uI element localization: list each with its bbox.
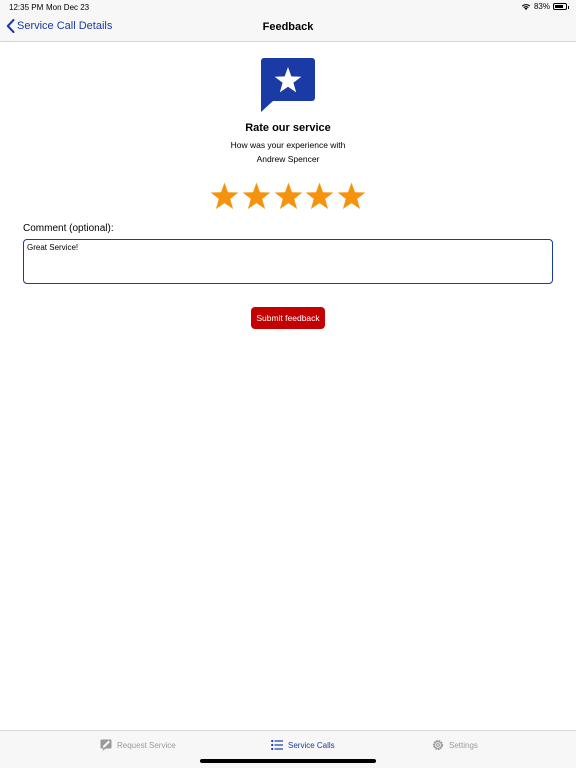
list-icon bbox=[271, 739, 283, 751]
tab-service-calls[interactable]: Service Calls bbox=[271, 739, 335, 751]
navigation-bar: Service Call Details Feedback bbox=[0, 14, 576, 42]
star-icon[interactable] bbox=[210, 182, 239, 210]
star-icon[interactable] bbox=[305, 182, 334, 210]
feedback-star-bubble-icon bbox=[261, 58, 315, 112]
page-title: Feedback bbox=[262, 21, 314, 33]
star-icon[interactable] bbox=[242, 182, 271, 210]
comment-label: Comment (optional): bbox=[23, 223, 114, 234]
battery-icon bbox=[553, 3, 569, 10]
home-indicator bbox=[200, 759, 376, 763]
status-time: 12:35 PM bbox=[9, 3, 44, 12]
battery-fill bbox=[555, 5, 564, 8]
feedback-screen: 12:35 PM Mon Dec 23 83% Service Call Det… bbox=[0, 0, 576, 768]
technician-name: Andrew Spencer bbox=[256, 154, 320, 164]
status-date: Mon Dec 23 bbox=[46, 3, 90, 12]
rate-heading: Rate our service bbox=[245, 122, 331, 134]
status-bar: 12:35 PM Mon Dec 23 83% bbox=[0, 0, 576, 14]
star-icon[interactable] bbox=[337, 182, 366, 210]
tab-label: Request Service bbox=[117, 740, 176, 750]
submit-feedback-button[interactable]: Submit feedback bbox=[251, 307, 325, 329]
tab-request-service[interactable]: Request Service bbox=[100, 739, 176, 751]
tab-settings[interactable]: Settings bbox=[432, 739, 478, 751]
comment-input[interactable] bbox=[23, 239, 553, 284]
star-rating bbox=[210, 182, 366, 212]
tab-label: Service Calls bbox=[288, 740, 335, 750]
wifi-icon bbox=[521, 3, 531, 10]
status-indicators: 83% bbox=[521, 2, 569, 11]
battery-percent: 83% bbox=[533, 2, 550, 11]
gear-icon bbox=[432, 739, 444, 751]
star-icon[interactable] bbox=[274, 182, 303, 210]
tab-label: Settings bbox=[449, 740, 478, 750]
request-service-icon bbox=[100, 739, 112, 751]
experience-question: How was your experience with bbox=[230, 140, 346, 150]
